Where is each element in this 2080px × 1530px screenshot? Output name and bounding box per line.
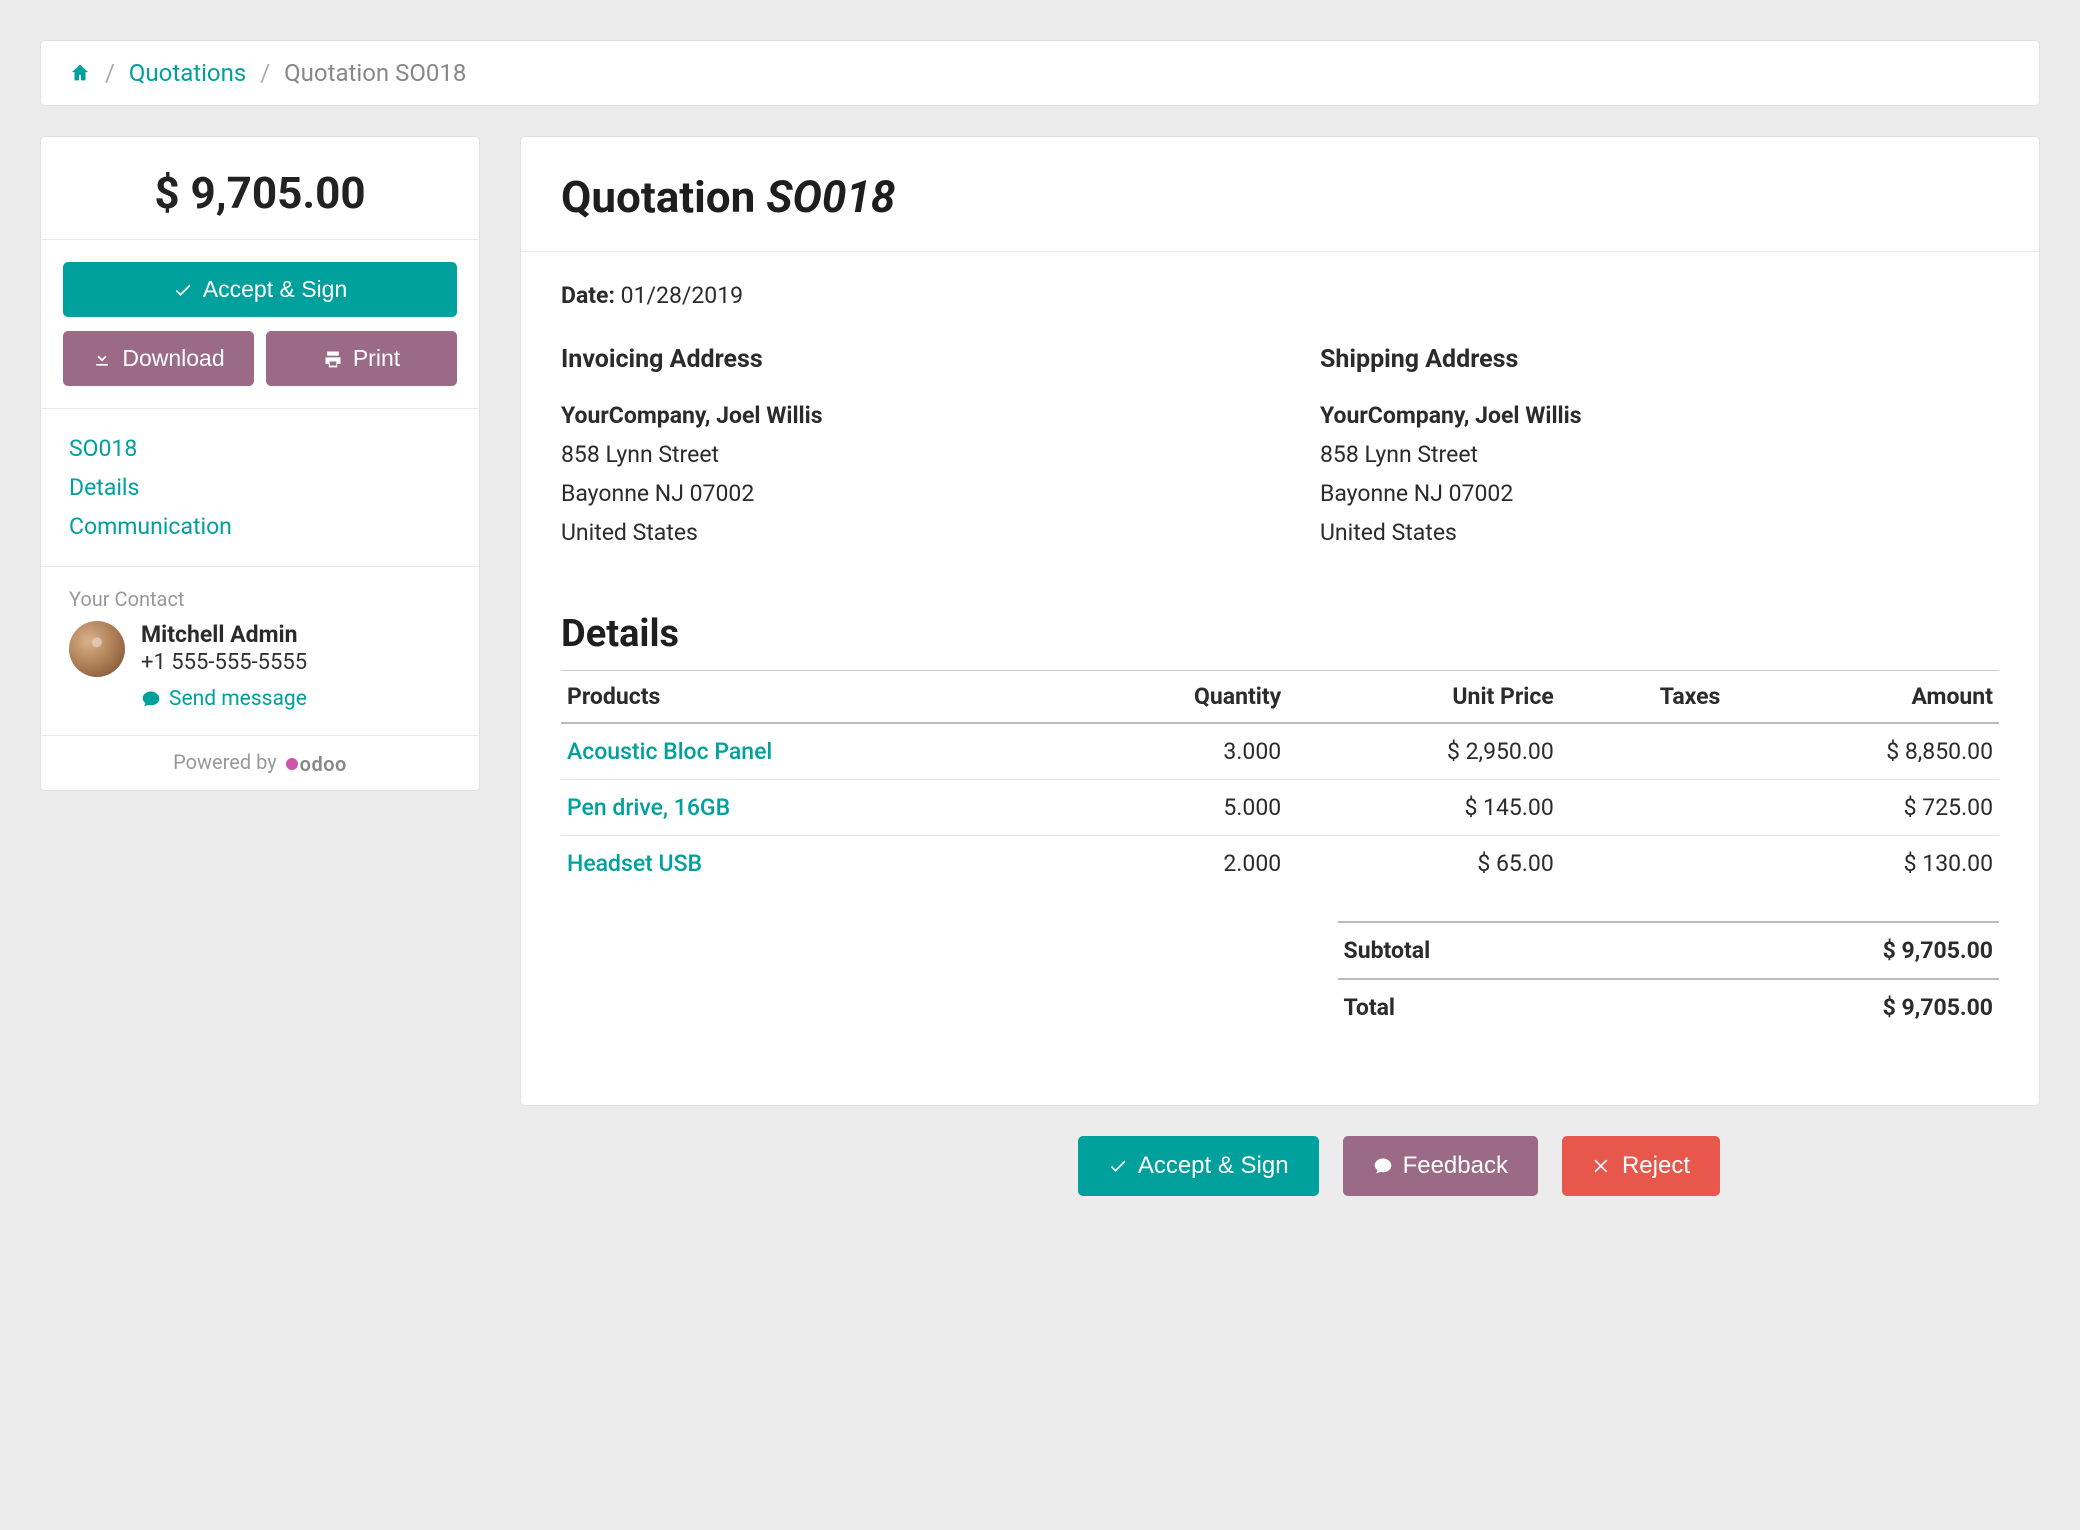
breadcrumb-sep: / (260, 59, 270, 87)
reject-button[interactable]: Reject (1562, 1136, 1720, 1196)
nav-so018[interactable]: SO018 (69, 429, 451, 468)
col-quantity: Quantity (1060, 670, 1288, 723)
chat-icon (141, 689, 161, 709)
date-label: Date: (561, 282, 615, 309)
shipping-heading: Shipping Address (1320, 339, 1999, 382)
sidebar-nav: SO018 Details Communication (41, 409, 479, 567)
totals: Subtotal $ 9,705.00 Total $ 9,705.00 (1338, 921, 1999, 1035)
date-row: Date: 01/28/2019 (561, 282, 1999, 309)
cell-qty: 2.000 (1060, 835, 1288, 891)
main-header: Quotation SO018 (521, 137, 2039, 252)
contact-name: Mitchell Admin (141, 621, 307, 648)
powered-by: Powered by odoo (41, 736, 479, 790)
sidebar-actions: Accept & Sign Download Print (41, 240, 479, 409)
addr-company: YourCompany, Joel Willis (1320, 396, 1999, 435)
total-value: $ 9,705.00 (1883, 994, 1993, 1021)
cell-amount: $ 8,850.00 (1726, 723, 1999, 780)
odoo-logo: odoo (286, 752, 347, 776)
addr-country: United States (1320, 513, 1999, 552)
powered-by-text: Powered by (173, 750, 277, 774)
breadcrumb-quotations[interactable]: Quotations (129, 59, 246, 87)
details-table: Products Quantity Unit Price Taxes Amoun… (561, 670, 1999, 891)
breadcrumb: / Quotations / Quotation SO018 (40, 40, 2040, 106)
table-row: Acoustic Bloc Panel 3.000$ 2,950.00 $ 8,85… (561, 723, 1999, 780)
sidebar: $ 9,705.00 Accept & Sign Download (40, 136, 480, 791)
chat-icon (1373, 1156, 1393, 1176)
cell-unit-price: $ 65.00 (1287, 835, 1560, 891)
contact-phone: +1 555-555-5555 (141, 650, 307, 675)
shipping-address: Shipping Address YourCompany, Joel Willi… (1320, 339, 1999, 552)
feedback-label: Feedback (1403, 1152, 1508, 1180)
download-label: Download (122, 345, 224, 372)
feedback-button[interactable]: Feedback (1343, 1136, 1538, 1196)
cell-amount: $ 725.00 (1726, 779, 1999, 835)
addr-street: 858 Lynn Street (561, 435, 1240, 474)
accept-sign-button-bottom[interactable]: Accept & Sign (1078, 1136, 1319, 1196)
col-unit-price: Unit Price (1287, 670, 1560, 723)
breadcrumb-current: Quotation SO018 (284, 59, 466, 87)
col-taxes: Taxes (1560, 670, 1727, 723)
cell-amount: $ 130.00 (1726, 835, 1999, 891)
download-icon (92, 349, 112, 369)
addr-city: Bayonne NJ 07002 (1320, 474, 1999, 513)
send-message-label: Send message (169, 687, 307, 711)
accept-sign-label: Accept & Sign (1138, 1152, 1289, 1180)
cell-qty: 5.000 (1060, 779, 1288, 835)
cell-taxes (1560, 835, 1727, 891)
addr-country: United States (561, 513, 1240, 552)
addr-street: 858 Lynn Street (1320, 435, 1999, 474)
col-products: Products (561, 670, 1060, 723)
home-icon[interactable] (69, 62, 91, 84)
print-icon (323, 349, 343, 369)
odoo-dot-icon (286, 758, 298, 770)
product-link[interactable]: Pen drive, 16GB (567, 794, 730, 821)
cell-unit-price: $ 2,950.00 (1287, 723, 1560, 780)
nav-details[interactable]: Details (69, 468, 451, 507)
addr-city: Bayonne NJ 07002 (561, 474, 1240, 513)
product-link[interactable]: Headset USB (567, 850, 702, 877)
cell-taxes (1560, 779, 1727, 835)
download-button[interactable]: Download (63, 331, 254, 386)
print-label: Print (353, 345, 400, 372)
cell-qty: 3.000 (1060, 723, 1288, 780)
odoo-brand-text: odoo (300, 752, 347, 776)
contact-heading: Your Contact (69, 587, 451, 611)
breadcrumb-sep: / (105, 59, 115, 87)
subtotal-label: Subtotal (1344, 937, 1431, 964)
page-title: Quotation SO018 (561, 171, 1999, 223)
main-panel: Quotation SO018 Date: 01/28/2019 Invoici… (520, 136, 2040, 1106)
table-row: Pen drive, 16GB 5.000$ 145.00 $ 725.00 (561, 779, 1999, 835)
date-value: 01/28/2019 (621, 282, 743, 309)
invoicing-heading: Invoicing Address (561, 339, 1240, 382)
send-message-link[interactable]: Send message (141, 687, 307, 711)
title-prefix: Quotation (561, 171, 766, 223)
cell-unit-price: $ 145.00 (1287, 779, 1560, 835)
order-total: $ 9,705.00 (41, 137, 479, 240)
contact-section: Your Contact Mitchell Admin +1 555-555-5… (41, 567, 479, 736)
cell-taxes (1560, 723, 1727, 780)
product-link[interactable]: Acoustic Bloc Panel (567, 738, 772, 765)
print-button[interactable]: Print (266, 331, 457, 386)
check-icon (1108, 1156, 1128, 1176)
total-label: Total (1344, 994, 1395, 1021)
table-row: Headset USB 2.000$ 65.00 $ 130.00 (561, 835, 1999, 891)
reject-label: Reject (1622, 1152, 1690, 1180)
col-amount: Amount (1726, 670, 1999, 723)
avatar (69, 621, 125, 677)
invoicing-address: Invoicing Address YourCompany, Joel Will… (561, 339, 1240, 552)
accept-sign-button[interactable]: Accept & Sign (63, 262, 457, 317)
title-ref: SO018 (766, 171, 895, 223)
addr-company: YourCompany, Joel Willis (561, 396, 1240, 435)
subtotal-value: $ 9,705.00 (1883, 937, 1993, 964)
close-icon (1592, 1156, 1612, 1176)
details-heading: Details (561, 612, 1999, 656)
accept-sign-label: Accept & Sign (203, 276, 347, 303)
check-icon (173, 280, 193, 300)
bottom-actions: Accept & Sign Feedback Reject (40, 1136, 2040, 1196)
nav-communication[interactable]: Communication (69, 507, 451, 546)
